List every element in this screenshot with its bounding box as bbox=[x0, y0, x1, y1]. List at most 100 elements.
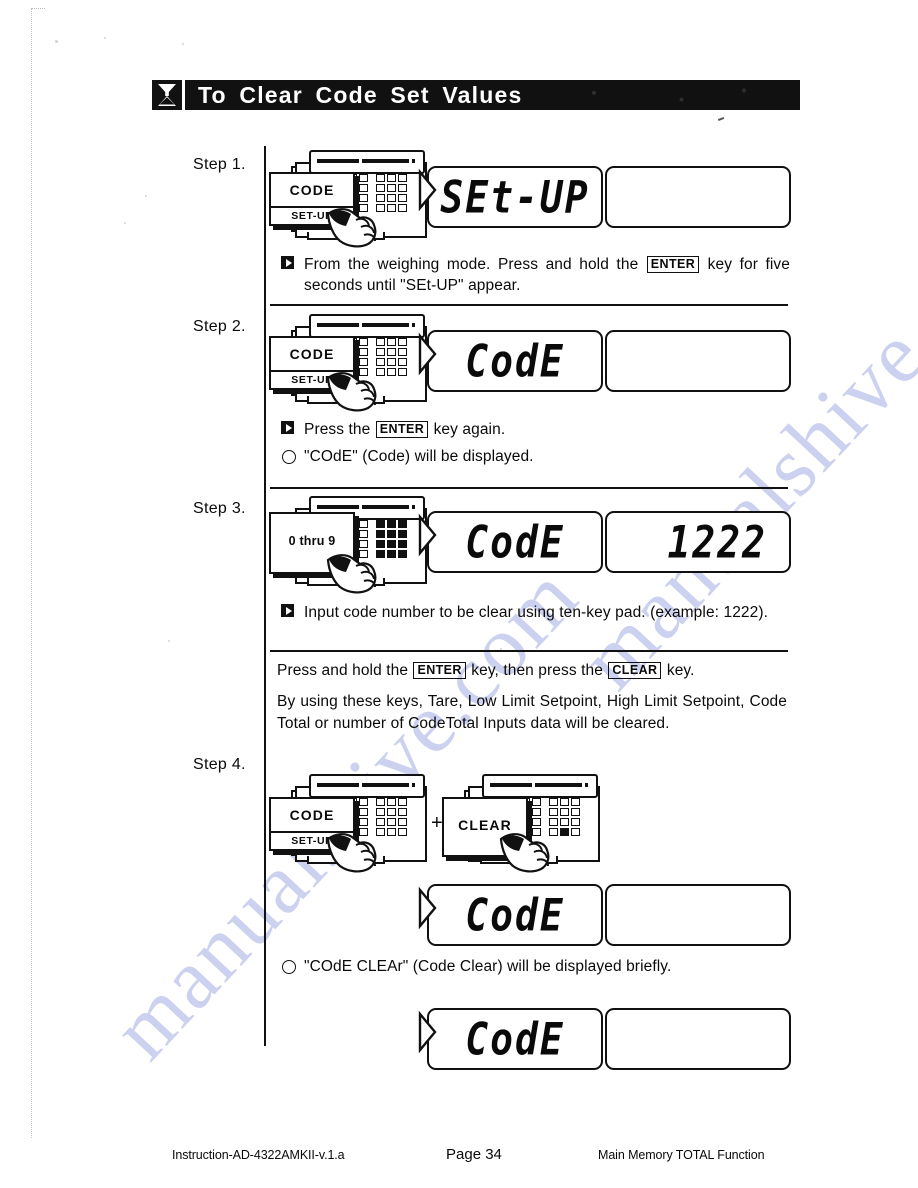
lcd-value: 1222 bbox=[667, 516, 767, 568]
key bbox=[376, 818, 385, 826]
key bbox=[359, 540, 368, 548]
step-1-label: Step 1. bbox=[193, 156, 246, 173]
device-lcd-strip bbox=[309, 774, 425, 798]
lcd-value: CodE bbox=[465, 335, 565, 387]
section-header-bar: To Clear Code Set Values bbox=[185, 80, 800, 110]
key bbox=[398, 530, 407, 538]
key bbox=[376, 348, 385, 356]
key bbox=[398, 194, 407, 202]
column-divider bbox=[264, 146, 266, 1046]
key bbox=[560, 798, 569, 806]
key bbox=[571, 828, 580, 836]
key bbox=[376, 338, 385, 346]
key bbox=[398, 818, 407, 826]
key bbox=[560, 828, 569, 836]
device-lcd-segments bbox=[317, 319, 415, 329]
step-separator bbox=[270, 487, 788, 489]
device-lcd-segments bbox=[490, 779, 588, 789]
callout-main-label: CODE bbox=[289, 182, 335, 198]
key bbox=[387, 530, 396, 538]
lcd-value: CodE bbox=[465, 1013, 565, 1065]
footer-section-name: Main Memory TOTAL Function bbox=[598, 1148, 765, 1162]
key bbox=[359, 338, 368, 346]
key bbox=[387, 798, 396, 806]
key bbox=[387, 184, 396, 192]
callout-main-label: CODE bbox=[289, 346, 335, 362]
step-3-note: Input code number to be clear using ten-… bbox=[304, 604, 769, 621]
key bbox=[359, 520, 368, 528]
key bbox=[359, 530, 368, 538]
key bbox=[398, 368, 407, 376]
footer-document-id: Instruction-AD-4322AMKII-v.1.a bbox=[172, 1148, 345, 1162]
key bbox=[359, 358, 368, 366]
lcd-display-secondary bbox=[605, 330, 791, 392]
step-separator bbox=[270, 650, 788, 652]
combiner-plus: + bbox=[431, 812, 443, 834]
key bbox=[387, 368, 396, 376]
step-3-label: Step 3. bbox=[193, 500, 246, 517]
device-lcd-segments bbox=[317, 779, 415, 789]
lcd-display-secondary-2 bbox=[605, 1008, 791, 1070]
lcd-value: SEt-UP bbox=[440, 171, 590, 223]
device-lcd-segments bbox=[317, 501, 415, 511]
flow-arrow-icon bbox=[417, 886, 439, 935]
lcd-display-primary: SEt-UP bbox=[427, 166, 603, 228]
key bbox=[398, 348, 407, 356]
step-separator bbox=[270, 304, 788, 306]
key bbox=[532, 798, 541, 806]
key bbox=[359, 174, 368, 182]
key bbox=[376, 184, 385, 192]
hourglass-funnel-icon bbox=[152, 80, 182, 110]
interlude-text: key. bbox=[662, 662, 695, 679]
note-marker-circle bbox=[282, 450, 296, 464]
key bbox=[359, 808, 368, 816]
scan-noise bbox=[544, 84, 794, 106]
key bbox=[398, 184, 407, 192]
lcd-display-primary: CodE bbox=[427, 330, 603, 392]
key bbox=[560, 808, 569, 816]
step-2-note-2: "COdE" (Code) will be displayed. bbox=[304, 448, 534, 465]
lcd-display-secondary bbox=[605, 884, 791, 946]
key bbox=[571, 808, 580, 816]
key bbox=[398, 798, 407, 806]
interlude-text: Press and hold the bbox=[277, 662, 413, 679]
key bbox=[376, 540, 385, 548]
keycap-enter: ENTER bbox=[375, 421, 429, 438]
scan-mark bbox=[717, 117, 725, 121]
key bbox=[376, 798, 385, 806]
lcd-value: CodE bbox=[465, 889, 565, 941]
key bbox=[387, 358, 396, 366]
flow-arrow-icon bbox=[417, 1010, 439, 1059]
step-4-label: Step 4. bbox=[193, 756, 246, 773]
key bbox=[387, 828, 396, 836]
pointing-hand-icon bbox=[326, 831, 384, 878]
keycap-clear: CLEAR bbox=[608, 662, 662, 679]
key bbox=[398, 808, 407, 816]
key bbox=[376, 520, 385, 528]
key bbox=[387, 520, 396, 528]
keycap-enter: ENTER bbox=[646, 256, 700, 273]
key bbox=[549, 798, 558, 806]
key bbox=[376, 808, 385, 816]
flow-arrow-icon bbox=[417, 168, 439, 217]
note-text: From the weighing mode. Press and hold t… bbox=[304, 256, 646, 273]
key bbox=[532, 808, 541, 816]
step-1-note: From the weighing mode. Press and hold t… bbox=[304, 254, 790, 296]
document-page: To Clear Code Set Values Step 1. CODE SE bbox=[0, 0, 918, 1188]
device-lcd-strip bbox=[482, 774, 598, 798]
footer-page-number: Page 34 bbox=[446, 1146, 502, 1163]
flow-arrow-icon bbox=[417, 332, 439, 381]
key bbox=[387, 174, 396, 182]
key bbox=[387, 204, 396, 212]
note-marker-circle bbox=[282, 960, 296, 974]
note-text: key again. bbox=[429, 421, 506, 438]
lcd-display-secondary bbox=[605, 166, 791, 228]
key bbox=[359, 798, 368, 806]
lcd-display-secondary: 1222 bbox=[605, 511, 791, 573]
key bbox=[398, 204, 407, 212]
step-2-label: Step 2. bbox=[193, 318, 246, 335]
page-title: To Clear Code Set Values bbox=[198, 81, 523, 108]
key bbox=[549, 808, 558, 816]
device-lcd-segments bbox=[317, 155, 415, 165]
keycap-enter: ENTER bbox=[413, 662, 466, 679]
